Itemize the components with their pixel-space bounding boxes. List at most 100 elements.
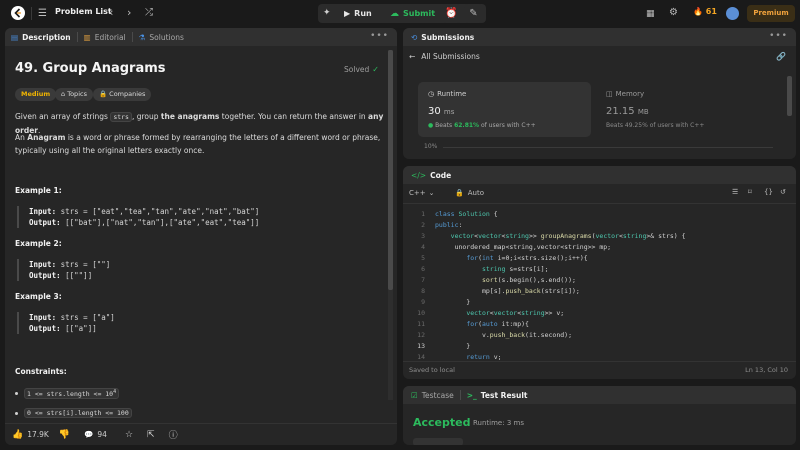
gear-icon[interactable]: ⚙ (669, 6, 678, 20)
anagram-definition: An Anagram is a word or phrase formed by… (15, 131, 387, 157)
companies-tag[interactable]: 🔒 Companies (93, 88, 152, 101)
memory-card[interactable]: ◫ Memory 21.15 MB Beats 49.25% of users … (606, 82, 779, 137)
tag-icon: ⌂ (61, 90, 66, 98)
avatar[interactable] (726, 7, 739, 20)
line-number: 14 (417, 353, 425, 361)
star-icon[interactable]: ☆ (125, 430, 133, 440)
comment-icon[interactable]: 💬 (84, 430, 93, 439)
tab-test-result[interactable]: >_ Test Result (461, 386, 534, 404)
line-number: 6 (421, 265, 425, 273)
constraint-item: 1 <= strs.length <= 104 (15, 388, 120, 400)
lock-icon: 🔒 (455, 189, 464, 197)
list-icon[interactable]: ☰ (38, 7, 47, 21)
line-number: 10 (417, 309, 425, 317)
tab-solutions[interactable]: ⚗ Solutions (133, 28, 190, 46)
example-title: Example 3: (15, 292, 62, 301)
code-line: string s=strs[i]; (481, 265, 549, 273)
output-value: [["bat"],["nat","tan"],["ate","eat","tea… (65, 218, 260, 227)
tab-label: Description (22, 32, 71, 42)
back-link[interactable]: ← All Submissions (409, 52, 480, 61)
submissions-panel: ⟲ Submissions ••• ← All Submissions 🔗 ◷ … (403, 28, 796, 159)
format-icon[interactable]: ☰ (732, 188, 738, 196)
notes-button[interactable]: ✎ (464, 4, 483, 23)
result-status: Accepted (413, 416, 471, 429)
tab-description[interactable]: ▤ Description (5, 28, 77, 46)
arrow-left-icon: ← (409, 52, 416, 61)
code-line: for(int i=0;i<strs.size();i++){ (466, 254, 588, 262)
next-problem-icon[interactable]: › (127, 6, 131, 20)
thumbs-down-icon[interactable]: 👎 (59, 430, 70, 440)
case-tab[interactable] (413, 438, 463, 445)
timer-button[interactable]: ⏰ (442, 4, 461, 23)
help-icon[interactable]: ⓘ (169, 428, 178, 441)
tab-editorial[interactable]: ▥ Editorial (78, 28, 132, 46)
desc-text: An (15, 133, 28, 142)
scrollbar-thumb[interactable] (787, 76, 792, 116)
streak-count: 61 (705, 7, 717, 16)
leetcode-logo-icon[interactable] (11, 6, 25, 20)
input-label: Input: (29, 207, 57, 216)
example-title: Example 1: (15, 186, 62, 195)
example-title: Example 2: (15, 239, 62, 248)
prev-problem-icon[interactable]: ‹ (109, 6, 113, 20)
language-value: C++ (409, 189, 426, 197)
language-select[interactable]: C++ ⌄ (409, 189, 435, 197)
desc-text: Given an array of strings (15, 112, 111, 121)
play-icon: ▶ (344, 9, 351, 18)
difficulty-badge[interactable]: Medium (15, 88, 57, 101)
output-label: Output: (29, 218, 61, 227)
example-block: Input: strs = [""] Output: [[""]] (17, 259, 110, 281)
code-panel: </> Code C++ ⌄ 🔒 Auto ☰ ⌑ {} ↺ 1 class S… (403, 166, 796, 379)
more-icon[interactable]: ••• (769, 31, 788, 41)
back-label: All Submissions (421, 52, 480, 61)
streak-counter[interactable]: 🔥 61 (693, 7, 717, 16)
debug-icon[interactable]: ✦ (323, 6, 331, 20)
run-button[interactable]: ▶ Run (344, 4, 372, 23)
cloud-upload-icon: ☁ (390, 8, 399, 19)
more-icon[interactable]: ••• (370, 31, 389, 41)
panel-title: Submissions (421, 32, 475, 42)
code-line: public: (435, 221, 463, 229)
runtime-label: ◷ Runtime (428, 90, 466, 98)
code-line: mp[s].push_back(strs[i]); (435, 287, 580, 295)
desc-text: together. You can return the answer in (219, 112, 369, 121)
runtime-card[interactable]: ◷ Runtime 30 ms ● Beats 62.81% of users … (418, 82, 591, 137)
scrollbar-thumb[interactable] (388, 50, 393, 290)
code-editor[interactable]: 1 class Solution { 2 public: 3 vector<ve… (403, 204, 796, 361)
terminal-icon: >_ (466, 390, 477, 400)
premium-button[interactable]: Premium (747, 5, 795, 22)
lock-icon: 🔒 (99, 90, 108, 98)
like-count: 17.9K (27, 430, 49, 439)
input-label: Input: (29, 260, 57, 269)
code-line: for(auto it:mp){ (466, 320, 529, 328)
line-number: 1 (421, 210, 425, 218)
memory-value: 21.15 MB (606, 106, 649, 117)
auto-mode[interactable]: 🔒 Auto (455, 189, 484, 197)
thumbs-up-icon[interactable]: 👍 (12, 430, 23, 440)
runtime-label-text: Runtime (437, 90, 467, 98)
alarm-icon: ⏰ (445, 8, 458, 19)
problem-list-link[interactable]: Problem List (55, 7, 112, 16)
note-icon: ✎ (469, 8, 478, 19)
submit-label: Submit (403, 9, 436, 18)
example-output: Output: [["a"]] (29, 323, 115, 334)
braces-icon[interactable]: {} (764, 188, 773, 196)
memory-label-text: Memory (615, 90, 645, 98)
layout-icon[interactable]: ▦ (646, 7, 655, 21)
scrollbar[interactable] (388, 50, 393, 400)
link-icon[interactable]: 🔗 (776, 52, 786, 61)
shuffle-icon[interactable]: ⤮ (145, 6, 153, 20)
reset-icon[interactable]: ↺ (780, 188, 786, 196)
leaf-icon: ● (428, 122, 434, 129)
checkbox-icon: ☑ (411, 390, 418, 400)
topics-tag[interactable]: ⌂ Topics (55, 88, 93, 101)
code-line: v.push_back(it.second); (435, 331, 572, 339)
engagement-bar: 👍 17.9K 👎 💬 94 ☆ ⇱ ⓘ (5, 423, 397, 445)
constraints-title: Constraints: (15, 367, 67, 376)
runtime-number: 30 (428, 106, 441, 117)
example-block: Input: strs = ["a"] Output: [["a"]] (17, 312, 115, 334)
share-icon[interactable]: ⇱ (147, 430, 155, 440)
output-label: Output: (29, 324, 61, 333)
tab-testcase[interactable]: ☑ Testcase (405, 386, 460, 404)
bookmark-icon[interactable]: ⌑ (748, 188, 752, 196)
